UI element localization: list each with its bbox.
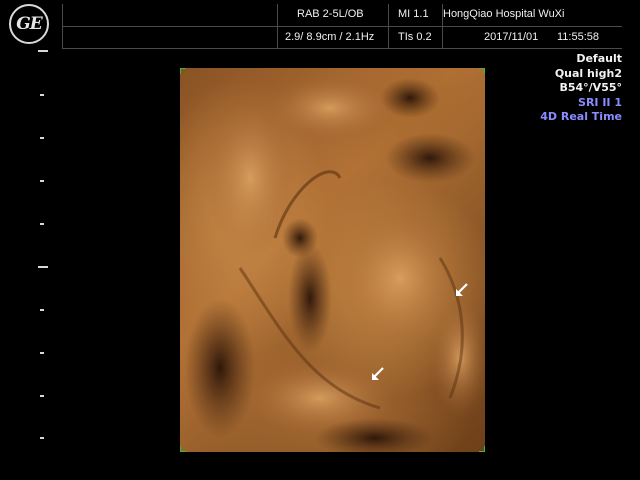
logo-text: GE bbox=[16, 14, 43, 34]
header-bar: GE RAB 2-5L/OB MI 1.1 HongQiao Hospital … bbox=[0, 0, 640, 50]
header-divider-probe bbox=[277, 4, 278, 48]
acquisition-info-panel: Default Qual high2 B54°/V55° SRI II 1 4D… bbox=[540, 52, 622, 125]
depth-tick bbox=[40, 437, 44, 439]
depth-tick bbox=[40, 352, 44, 354]
ge-logo-icon: GE bbox=[9, 4, 49, 44]
hospital-label: HongQiao Hospital WuXi bbox=[443, 8, 565, 20]
angles-label: B54°/V55° bbox=[559, 81, 622, 94]
mode-label: 4D Real Time bbox=[540, 110, 622, 123]
header-divider-horizontal bbox=[62, 26, 622, 27]
sri-label: SRI II 1 bbox=[578, 95, 622, 109]
tis-label: TIs 0.2 bbox=[398, 31, 432, 43]
probe-label: RAB 2-5L/OB bbox=[297, 8, 364, 20]
header-divider-bottom bbox=[62, 48, 622, 49]
depth-tick bbox=[40, 180, 44, 182]
rendered-volume-image[interactable] bbox=[180, 68, 485, 452]
ultrasound-screen: GE RAB 2-5L/OB MI 1.1 HongQiao Hospital … bbox=[0, 0, 640, 480]
depth-tick bbox=[40, 137, 44, 139]
depth-tick bbox=[40, 309, 44, 311]
arrow-marker-icon bbox=[372, 367, 384, 380]
depth-tick bbox=[40, 395, 44, 397]
arrow-marker-icon bbox=[456, 283, 468, 296]
time-label: 11:55:58 bbox=[557, 31, 600, 43]
quality-label: Qual high2 bbox=[554, 66, 622, 80]
roi-corner-top-right bbox=[479, 68, 485, 74]
depth-tick bbox=[40, 223, 44, 225]
header-divider-mi bbox=[388, 4, 389, 48]
mi-label: MI 1.1 bbox=[398, 8, 429, 20]
date-label: 2017/11/01 bbox=[484, 31, 539, 43]
depth-frequency-label: 2.9/ 8.9cm / 2.1Hz bbox=[285, 31, 375, 43]
depth-tick bbox=[38, 50, 48, 52]
roi-corner-bottom-left bbox=[180, 446, 186, 452]
preset-label: Default bbox=[576, 52, 622, 65]
roi-corner-bottom-right bbox=[479, 446, 485, 452]
render-shading bbox=[185, 73, 485, 452]
header-divider-left bbox=[62, 4, 63, 48]
depth-tick bbox=[38, 266, 48, 268]
roi-corner-top-left bbox=[180, 68, 186, 74]
depth-tick bbox=[40, 94, 44, 96]
